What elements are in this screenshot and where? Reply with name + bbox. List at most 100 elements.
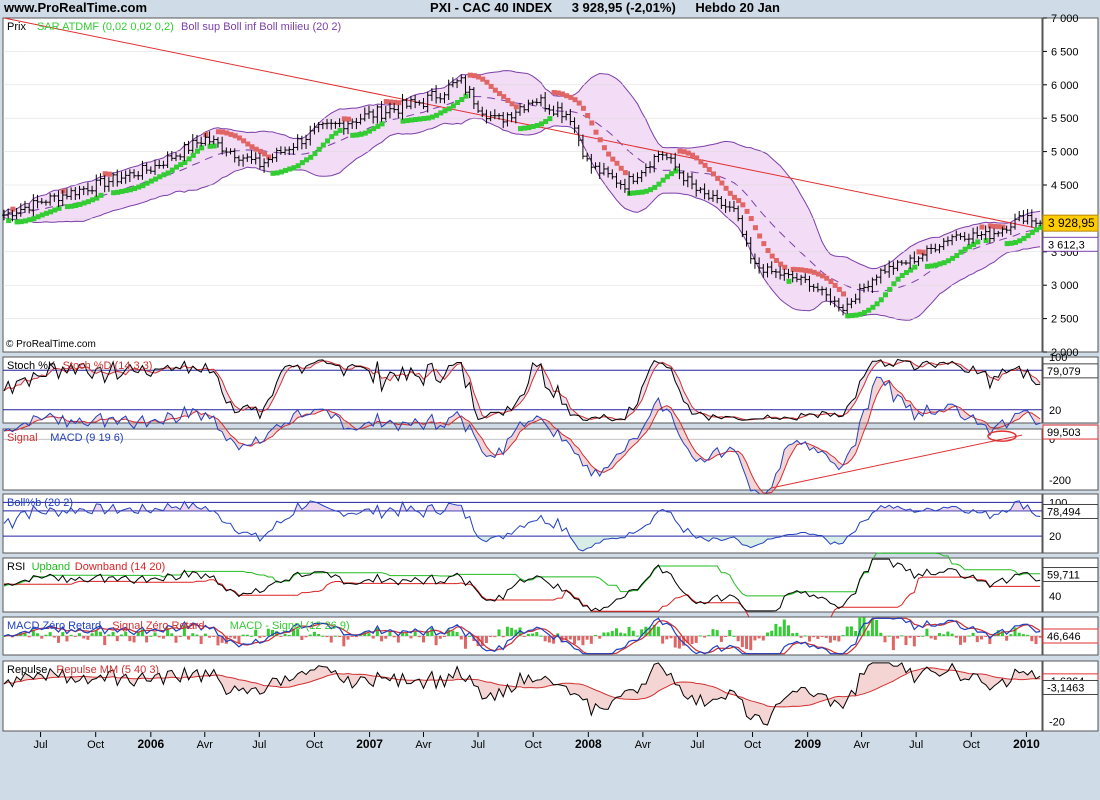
macdzl-hist-bar [795, 632, 799, 636]
macdzl-hist-bar [766, 632, 770, 636]
macdzl-hist-bar [463, 636, 467, 649]
macdzl-hist-bar [849, 626, 853, 636]
macdzl-hist-bar [501, 636, 505, 638]
macdzl-hist-bar [300, 636, 304, 641]
sar-dot [547, 116, 553, 122]
macdzl-hist-bar [770, 630, 774, 636]
panel-bollpctb: Boll%b (20 2) 1002078,494 [2, 493, 1099, 554]
macdzl-hist-bar [979, 636, 983, 640]
sar-dot [618, 165, 624, 171]
macdzl-hist-bar [203, 633, 207, 636]
sar-dot [882, 292, 888, 298]
macdzl-hist-bar [669, 636, 673, 639]
macdzl-hist-bar [1026, 634, 1030, 636]
macdzl-hist-bar [438, 636, 442, 639]
macdzl-hist-bar [321, 635, 325, 637]
sar-dot [786, 278, 792, 284]
macdzl-hist-bar [778, 626, 782, 636]
macdzl-hist-bar [627, 626, 631, 636]
macdzl-hist-bar [493, 636, 497, 638]
macdzl-hist-bar [866, 630, 870, 636]
macdzl-hist-bar [799, 636, 803, 638]
macdzl-hist-bar [698, 635, 702, 637]
macdzl-hist-bar [115, 636, 119, 642]
macdzl-hist-bar [807, 636, 811, 642]
macdzl-hist-bar [325, 636, 329, 638]
macdzl-hist-bar [1030, 636, 1034, 642]
sar-dot [979, 224, 985, 230]
boll-value: 3 612,3 [1048, 239, 1085, 251]
tick-label-stoch: 20 [1049, 405, 1061, 417]
macdzl-hist-bar [375, 627, 379, 636]
macdzl-hist-bar [585, 636, 589, 640]
macdzl-hist-bar [728, 630, 732, 636]
macdzl-hist-bar [531, 633, 535, 636]
sar-dot [316, 146, 322, 152]
tick-label-rsi: 40 [1049, 591, 1061, 603]
macdzl-hist-bar [963, 636, 967, 643]
sar-dot [719, 180, 725, 186]
legend-repulse-mm-5-40-3-: Repulse MM (5 40 3) [56, 664, 159, 676]
chart-canvas[interactable]: 7 0006 5006 0005 5005 0004 5004 0003 500… [0, 0, 1100, 800]
macdzl-hist-bar [975, 636, 979, 643]
macdzl-hist-bar [1005, 636, 1009, 641]
macdzl-hist-bar [371, 636, 375, 639]
macdzl-hist-bar [384, 636, 388, 639]
macdzl-hist-bar [690, 636, 694, 645]
sar-dot [211, 143, 217, 149]
x-tick-label: Oct [306, 739, 323, 751]
macdzl-hist-bar [233, 636, 237, 639]
macdzl-hist-bar [191, 633, 195, 636]
macdzl-hist-bar [237, 636, 241, 644]
price-tick-label: 2 500 [1051, 314, 1079, 326]
x-tick-label: Jul [252, 739, 266, 751]
sar-dot [841, 291, 847, 297]
legend-upband: Upband [32, 561, 71, 573]
macdzl-hist-bar [484, 636, 488, 644]
sar-dot [379, 121, 385, 127]
legend-downband-14-20-: Downband (14 20) [75, 561, 166, 573]
macdzl-hist-bar [229, 636, 233, 638]
macdzl-hist-bar [216, 636, 220, 646]
macdzl-hist-bar [342, 636, 346, 647]
macdzl-hist-bar [65, 636, 69, 642]
macdzl-hist-bar [329, 636, 333, 643]
macdzl-hist-bar [396, 636, 400, 643]
macdzl-hist-bar [1034, 636, 1038, 645]
macdzl-hist-bar [119, 634, 123, 636]
macdzl-hist-bar [212, 636, 216, 637]
sar-dot [887, 286, 893, 292]
sar-dot [597, 137, 603, 143]
macdzl-hist-bar [48, 632, 52, 636]
macdzl-hist-bar [489, 636, 493, 638]
macdzl-hist-bar [925, 628, 929, 636]
macdzl-hist-bar [44, 634, 48, 636]
sar-dot [975, 239, 981, 245]
sar-dot [765, 248, 771, 254]
stoch-last-value: 79,079 [1047, 366, 1081, 378]
macdzl-hist-bar [732, 635, 736, 637]
sar-dot [740, 202, 746, 208]
watermark: © ProRealTime.com [6, 339, 96, 350]
macdzl-hist-bar [984, 636, 988, 637]
macdzl-hist-bar [308, 634, 312, 636]
macdzl-hist-bar [958, 636, 962, 645]
x-tick-label: Oct [744, 739, 761, 751]
macdzl-hist-bar [333, 635, 337, 637]
macdzl-hist-bar [812, 636, 816, 638]
sar-dot [761, 241, 767, 247]
macdzl-hist-bar [594, 635, 598, 637]
macdzl-hist-bar [27, 636, 31, 638]
axis-frame-rsi [1042, 557, 1099, 613]
macdzl-hist-bar [417, 636, 421, 638]
macdzl-hist-bar [338, 636, 342, 638]
macdzl-hist-bar [665, 636, 669, 640]
macdzl-hist-bar [581, 636, 585, 646]
x-tick-label: Jul [909, 739, 923, 751]
legend-signal: Signal [7, 432, 38, 444]
sar-dot [601, 145, 607, 151]
macdzl-hist-bar [875, 619, 879, 636]
sar-dot [752, 225, 758, 231]
sar-dot [606, 151, 612, 157]
macdzl-hist-bar [1038, 636, 1042, 638]
